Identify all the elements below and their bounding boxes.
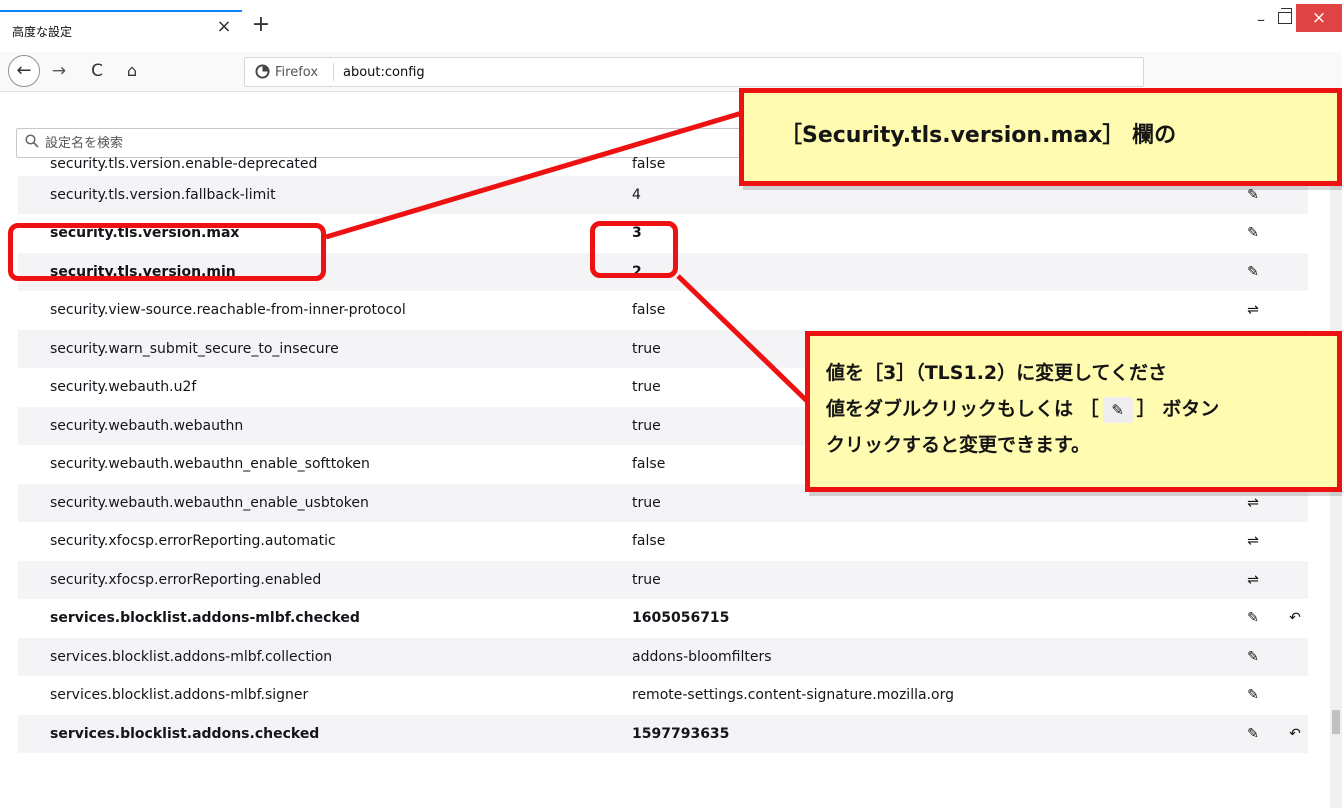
toggle-icon[interactable]: ⇌ xyxy=(1240,491,1266,515)
url-identity-label: Firefox xyxy=(275,65,319,80)
reset-icon[interactable]: ↶ xyxy=(1284,606,1306,630)
callout-box-2: 値を［3］（TLS1.2）に変更してくださ 値をダブルクリックもしくは ［ ✎ ］ … xyxy=(805,331,1342,492)
pref-row[interactable]: services.blocklist.addons-mlbf.collectio… xyxy=(18,638,1308,677)
reset-icon[interactable]: ↶ xyxy=(1284,722,1306,746)
home-button[interactable]: ⌂ xyxy=(120,59,144,83)
pencil-icon: ✎ xyxy=(1102,396,1133,423)
forward-button[interactable]: → xyxy=(48,59,70,83)
pref-name: security.xfocsp.errorReporting.automatic xyxy=(50,533,336,550)
close-tab-icon[interactable]: × xyxy=(214,17,234,37)
highlight-pref-name xyxy=(8,223,326,281)
tab-advanced-settings[interactable]: 高度な設定 × xyxy=(0,10,242,44)
search-icon xyxy=(25,134,39,152)
toggle-icon[interactable]: ⇌ xyxy=(1240,298,1266,322)
callout-2-line-1: 値を［3］（TLS1.2）に変更してくださ xyxy=(826,362,1167,384)
edit-pencil-icon[interactable]: ✎ xyxy=(1240,221,1266,245)
pref-value[interactable]: true xyxy=(632,495,661,511)
pref-name: services.blocklist.addons-mlbf.checked xyxy=(50,610,360,627)
callout-2-line-2-post: ］ ボタン xyxy=(1136,398,1220,420)
pref-name: security.tls.version.fallback-limit xyxy=(50,186,276,203)
pref-row[interactable]: services.blocklist.addons-mlbf.signer rem… xyxy=(18,677,1308,715)
tab-strip: 高度な設定 × + – × xyxy=(0,0,1342,44)
scrollbar-thumb[interactable] xyxy=(1332,710,1340,734)
pref-name: services.blocklist.addons-mlbf.signer xyxy=(50,687,309,704)
url-bar[interactable]: Firefox about:config xyxy=(244,57,1144,87)
pref-name: security.webauth.u2f xyxy=(50,379,197,396)
edit-pencil-icon[interactable]: ✎ xyxy=(1240,260,1266,284)
edit-pencil-icon[interactable]: ✎ xyxy=(1240,183,1266,207)
reload-button[interactable]: C xyxy=(86,59,108,83)
pref-value[interactable]: false xyxy=(632,156,665,172)
pref-value[interactable]: true xyxy=(632,341,661,357)
pref-name: security.warn_submit_secure_to_insecure xyxy=(50,340,339,357)
callout-2-line-2-pre: 値をダブルクリックもしくは ［ xyxy=(826,398,1099,420)
pref-row[interactable]: security.xfocsp.errorReporting.automatic… xyxy=(18,523,1308,561)
navigation-toolbar: ← → C ⌂ Firefox about:config xyxy=(0,52,1342,92)
edit-pencil-icon[interactable]: ✎ xyxy=(1240,606,1266,630)
pref-row[interactable]: security.xfocsp.errorReporting.enabled tr… xyxy=(18,561,1308,600)
new-tab-button[interactable]: + xyxy=(251,14,271,36)
toggle-icon[interactable]: ⇌ xyxy=(1240,568,1266,592)
pref-value[interactable]: true xyxy=(632,379,661,395)
callout-box-1: ［Security.tls.version.max］ 欄の xyxy=(739,88,1342,186)
pref-name: services.blocklist.addons-mlbf.collectio… xyxy=(50,648,333,665)
edit-pencil-icon[interactable]: ✎ xyxy=(1240,683,1266,707)
firefox-icon xyxy=(255,64,271,80)
pref-row[interactable]: security.view-source.reachable-from-inne… xyxy=(18,292,1308,330)
highlight-pref-value xyxy=(590,221,678,278)
minimize-icon[interactable]: – xyxy=(1250,10,1272,29)
back-button[interactable]: ← xyxy=(8,55,40,87)
pref-value[interactable]: 4 xyxy=(632,187,641,203)
pref-value[interactable]: false xyxy=(632,456,665,472)
pref-value[interactable]: 1605056715 xyxy=(632,610,729,626)
url-separator xyxy=(333,63,334,81)
pref-value[interactable]: false xyxy=(632,302,665,318)
pref-value[interactable]: addons-bloomfilters xyxy=(632,649,772,665)
pref-name: security.tls.version.enable-deprecated xyxy=(50,156,318,172)
close-window-icon[interactable]: × xyxy=(1296,4,1342,32)
pref-name: security.view-source.reachable-from-inne… xyxy=(50,302,406,319)
callout-1-text: ［Security.tls.version.max］ 欄の xyxy=(780,123,1177,148)
tab-title: 高度な設定 xyxy=(12,25,73,39)
pref-name: security.xfocsp.errorReporting.enabled xyxy=(50,571,322,588)
pref-value[interactable]: false xyxy=(632,533,665,549)
pref-value[interactable]: 1597793635 xyxy=(632,726,729,742)
url-text[interactable]: about:config xyxy=(343,65,425,80)
pref-row[interactable]: services.blocklist.addons-mlbf.checked 16… xyxy=(18,600,1308,638)
pref-row[interactable]: services.blocklist.addons.checked 1597793… xyxy=(18,715,1308,754)
edit-pencil-icon[interactable]: ✎ xyxy=(1240,722,1266,746)
pref-value[interactable]: true xyxy=(632,572,661,588)
callout-2-line-3: クリックすると変更できます。 xyxy=(826,434,1091,456)
toggle-icon[interactable]: ⇌ xyxy=(1240,529,1266,553)
pref-name: security.webauth.webauthn_enable_usbtoke… xyxy=(50,494,369,511)
edit-pencil-icon[interactable]: ✎ xyxy=(1240,645,1266,669)
pref-name: security.webauth.webauthn xyxy=(50,417,244,434)
pref-name: services.blocklist.addons.checked xyxy=(50,725,320,742)
pref-name: security.webauth.webauthn_enable_softtok… xyxy=(50,456,370,473)
pref-value[interactable]: remote-settings.content-signature.mozill… xyxy=(632,687,954,703)
restore-window-icon[interactable] xyxy=(1278,8,1292,24)
pref-value[interactable]: true xyxy=(632,418,661,434)
callout-2-line-2: 値をダブルクリックもしくは ［ ✎ ］ ボタン xyxy=(826,394,1219,423)
